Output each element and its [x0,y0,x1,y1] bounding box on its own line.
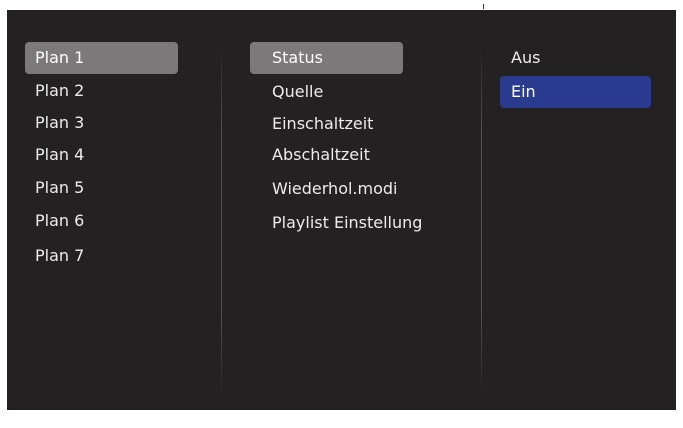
setting-item-einschaltzeit[interactable]: Einschaltzeit [250,108,403,140]
plan-item-7[interactable]: Plan 7 [25,240,178,272]
plan-list: Plan 1 Plan 2 Plan 3 Plan 4 Plan 5 Plan … [7,10,221,410]
setting-item-wiederholmodi[interactable]: Wiederhol.modi [250,173,403,205]
setting-item-quelle[interactable]: Quelle [250,76,403,108]
top-edge-mark [483,4,484,9]
plan-item-1[interactable]: Plan 1 [25,42,178,74]
plan-item-5[interactable]: Plan 5 [25,172,178,204]
option-item-ein[interactable]: Ein [500,76,651,108]
option-item-aus[interactable]: Aus [500,42,651,74]
plan-item-2[interactable]: Plan 2 [25,75,178,107]
setting-item-abschaltzeit[interactable]: Abschaltzeit [250,139,403,171]
option-list: Aus Ein [481,10,676,410]
settings-list: Status Quelle Einschaltzeit Abschaltzeit… [221,10,481,410]
plan-item-3[interactable]: Plan 3 [25,107,178,139]
setting-item-playlist-einstellung[interactable]: Playlist Einstellung [250,207,422,239]
plan-item-6[interactable]: Plan 6 [25,205,178,237]
plan-item-4[interactable]: Plan 4 [25,139,178,171]
setting-item-status[interactable]: Status [250,42,403,74]
osd-menu-panel: Plan 1 Plan 2 Plan 3 Plan 4 Plan 5 Plan … [7,10,676,410]
